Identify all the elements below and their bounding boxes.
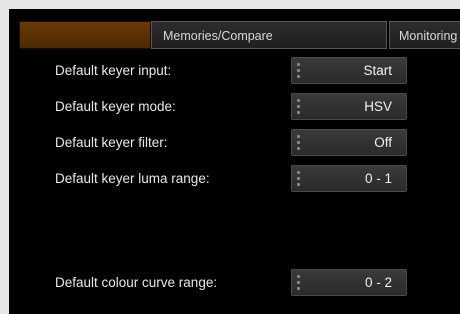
keyer-mode-value: HSV [364, 99, 392, 114]
keyer-mode-spinner[interactable]: HSV [291, 93, 407, 120]
setting-row-keyer-mode: Default keyer mode: HSV [9, 90, 460, 124]
colour-curve-range-spinner[interactable]: 0 - 2 [291, 269, 407, 296]
keyer-mode-label: Default keyer mode: [55, 99, 176, 114]
tab-monitoring[interactable]: Monitoring [389, 21, 460, 49]
keyer-luma-range-label: Default keyer luma range: [55, 171, 210, 186]
setting-row-colour-curve-range: Default colour curve range: 0 - 2 [9, 266, 460, 300]
drag-handle-icon[interactable] [297, 63, 300, 79]
colour-curve-range-value: 0 - 2 [364, 275, 392, 290]
setting-row-keyer-filter: Default keyer filter: Off [9, 126, 460, 160]
keyer-luma-range-value: 0 - 1 [364, 171, 392, 186]
keyer-filter-label: Default keyer filter: [55, 135, 168, 150]
keyer-luma-range-spinner[interactable]: 0 - 1 [291, 165, 407, 192]
keyer-filter-value: Off [374, 135, 392, 150]
tab-active[interactable] [19, 21, 151, 49]
setting-row-keyer-input: Default keyer input: Start [9, 54, 460, 88]
drag-handle-icon[interactable] [297, 135, 300, 151]
keyer-input-spinner[interactable]: Start [291, 57, 407, 84]
colour-curve-range-label: Default colour curve range: [55, 275, 218, 290]
keyer-input-value: Start [363, 63, 392, 78]
drag-handle-icon[interactable] [297, 275, 300, 291]
tab-bar: Memories/Compare Monitoring [9, 21, 460, 49]
keyer-filter-spinner[interactable]: Off [291, 129, 407, 156]
drag-handle-icon[interactable] [297, 99, 300, 115]
keyer-input-label: Default keyer input: [55, 63, 172, 78]
setting-row-keyer-luma-range: Default keyer luma range: 0 - 1 [9, 162, 460, 196]
tab-memories-compare[interactable]: Memories/Compare [151, 21, 387, 49]
drag-handle-icon[interactable] [297, 171, 300, 187]
preferences-panel: Memories/Compare Monitoring Default keye… [9, 9, 460, 314]
